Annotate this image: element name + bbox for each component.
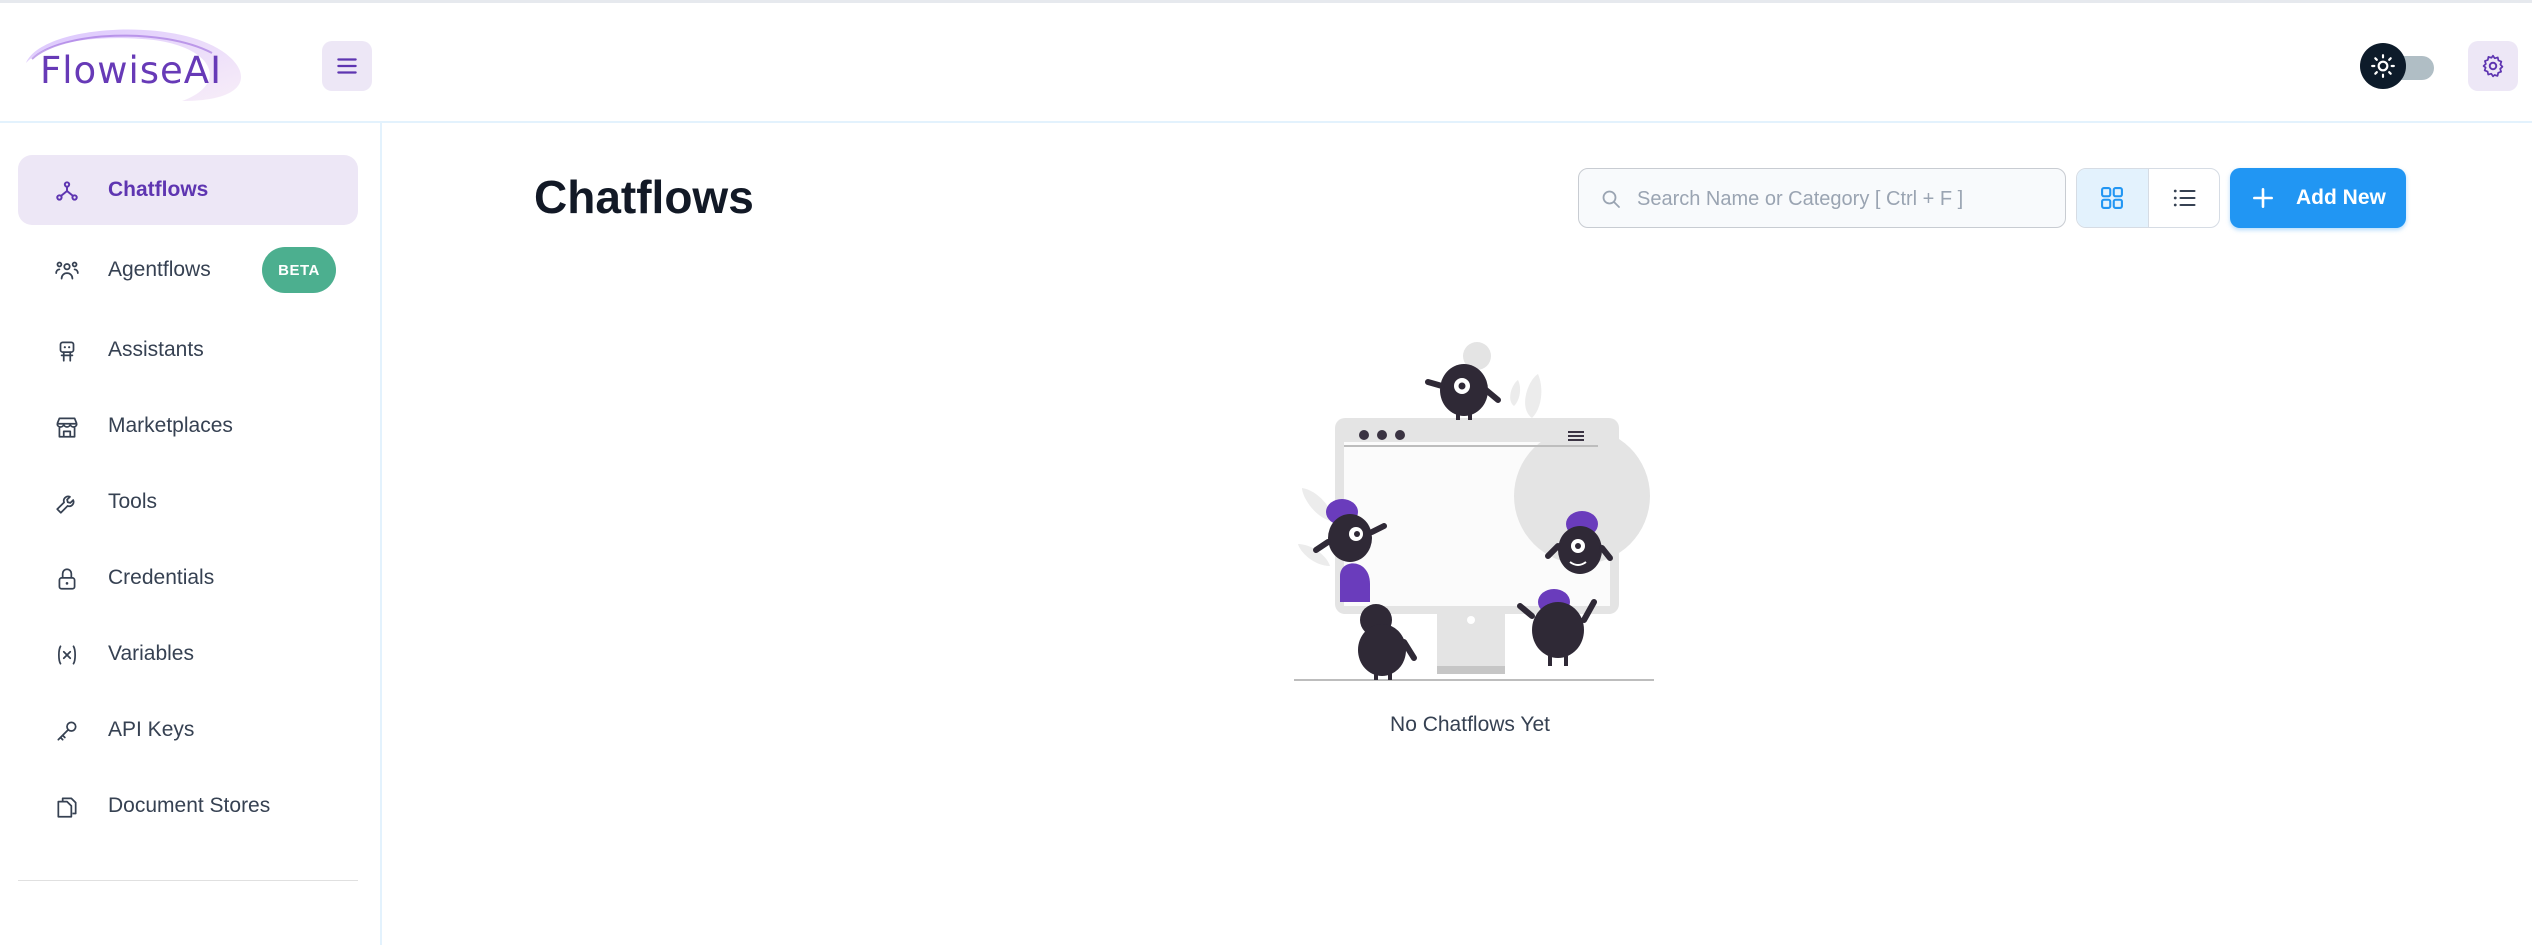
sidebar-item-label: API Keys <box>108 718 195 741</box>
plus-icon <box>2253 188 2273 208</box>
files-icon <box>57 797 77 818</box>
sidebar-item-label: Agentflows <box>108 258 211 281</box>
sidebar-item-tools[interactable]: Tools <box>18 467 358 537</box>
sidebar-item-label: Assistants <box>108 338 204 361</box>
sidebar-item-api-keys[interactable]: API Keys <box>18 695 358 765</box>
list-icon <box>2173 189 2196 207</box>
sidebar-item-agentflows[interactable]: Agentflows BETA <box>18 235 358 305</box>
sidebar-item-document-stores[interactable]: Document Stores <box>18 771 358 841</box>
key-icon <box>57 721 77 741</box>
theme-toggle-knob <box>2360 43 2406 89</box>
sidebar-item-credentials[interactable]: Credentials <box>18 543 358 613</box>
sidebar-item-chatflows[interactable]: Chatflows <box>18 155 358 225</box>
sidebar-item-label: Marketplaces <box>108 414 233 437</box>
search-input[interactable] <box>1635 179 2049 219</box>
empty-state-illustration <box>1294 342 1654 681</box>
sidebar-item-label: Chatflows <box>108 178 209 201</box>
app-header: FlowiseAI <box>0 3 2532 123</box>
sun-icon <box>2371 54 2395 78</box>
search-box[interactable] <box>1578 168 2066 228</box>
logo-text: FlowiseAI <box>40 49 223 92</box>
agents-icon <box>55 261 79 280</box>
empty-state-message: No Chatflows Yet <box>1390 713 1550 736</box>
card-view-button[interactable] <box>2077 169 2149 227</box>
robot-icon <box>59 341 75 362</box>
sidebar-item-label: Variables <box>108 642 194 665</box>
page-title: Chatflows <box>534 171 754 223</box>
variable-icon <box>58 645 76 665</box>
search-icon <box>1602 190 1620 208</box>
wrench-icon <box>56 495 75 514</box>
grid-icon <box>2101 187 2124 209</box>
view-mode-toggle <box>2076 168 2220 228</box>
add-new-button[interactable]: Add New <box>2230 168 2406 228</box>
settings-button[interactable] <box>2468 41 2518 91</box>
sidebar-item-assistants[interactable]: Assistants <box>18 315 358 385</box>
sidebar-item-label: Tools <box>108 490 158 513</box>
menu-toggle-button[interactable] <box>322 41 372 91</box>
add-new-label: Add New <box>2296 186 2386 209</box>
lock-icon <box>58 568 76 590</box>
gear-icon <box>2482 54 2504 78</box>
store-icon <box>56 417 78 438</box>
flowise-logo[interactable]: FlowiseAI <box>22 23 262 105</box>
hamburger-menu-icon <box>337 58 357 74</box>
beta-badge: BETA <box>262 247 336 293</box>
sidebar-item-marketplaces[interactable]: Marketplaces <box>18 391 358 461</box>
theme-toggle[interactable] <box>2360 43 2440 89</box>
sidebar-item-label: Document Stores <box>108 794 271 817</box>
chatflows-icon <box>56 181 78 201</box>
sidebar-divider <box>18 880 358 881</box>
sidebar-item-label: Credentials <box>108 566 215 589</box>
sidebar-item-variables[interactable]: Variables <box>18 619 358 689</box>
list-view-button[interactable] <box>2149 169 2220 227</box>
sidebar: Chatflows Agentflows BETA Assistants Mar… <box>0 123 382 945</box>
